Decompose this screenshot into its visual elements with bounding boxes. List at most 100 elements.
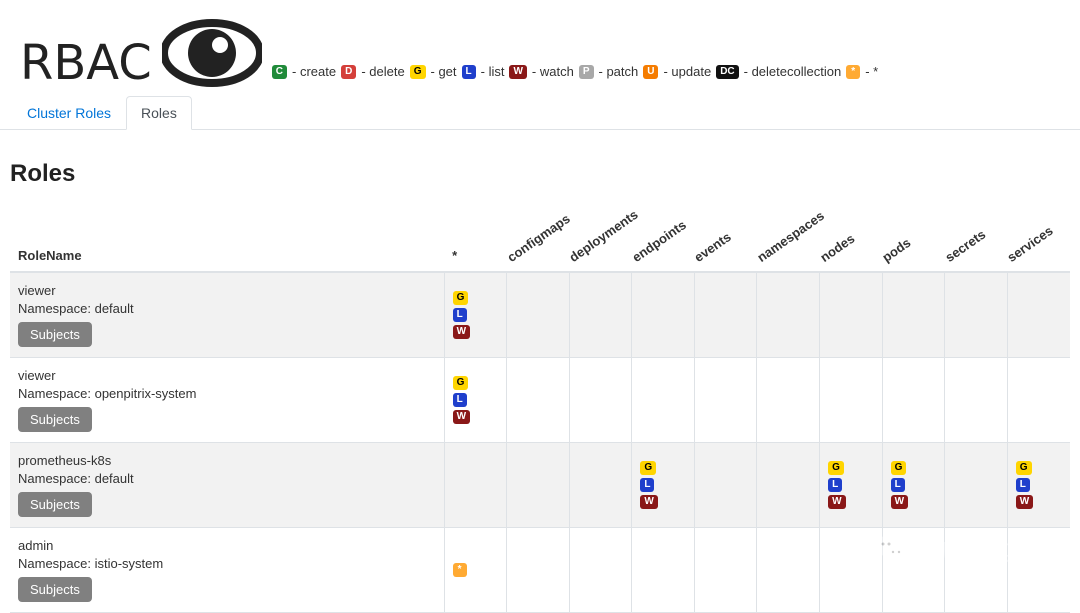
perm-badge-w: W (640, 495, 657, 509)
perm-badge-w: W (1016, 495, 1033, 509)
role-namespace: Namespace: istio-system (18, 556, 436, 571)
perm-badge-l: L (828, 478, 842, 492)
legend-badge-d: D (341, 65, 356, 79)
perm-cell (569, 528, 632, 613)
role-name: prometheus-k8s (18, 453, 436, 468)
perm-cell: GLW (882, 443, 945, 528)
table-row: viewerNamespace: openpitrix-systemSubjec… (10, 358, 1070, 443)
perm-badge-*: * (453, 563, 467, 577)
perm-cell (694, 272, 757, 358)
legend-label: - delete (361, 64, 404, 79)
subjects-button[interactable]: Subjects (18, 322, 92, 347)
legend-badge-p: P (579, 65, 594, 79)
role-cell: viewerNamespace: openpitrix-systemSubjec… (10, 358, 444, 443)
perm-cell: GLW (444, 272, 507, 358)
roles-table: RoleName*configmapsdeploymentsendpointse… (10, 202, 1070, 613)
legend-label: - patch (599, 64, 639, 79)
perm-badge-w: W (453, 325, 470, 339)
perm-cell (569, 358, 632, 443)
perm-badge-g: G (453, 376, 469, 390)
perm-cell: GLW (820, 443, 883, 528)
perm-badge-l: L (1016, 478, 1030, 492)
column-header-configmaps: configmaps (507, 202, 570, 272)
role-cell: admin Namespace: istio-system Subjects (10, 528, 444, 613)
perm-cell (820, 358, 883, 443)
perm-cell (1007, 528, 1070, 613)
legend: C - create D - delete G - get L - list W… (272, 64, 878, 91)
perm-badge-g: G (828, 461, 844, 475)
tabs: Cluster Roles Roles (0, 96, 1080, 130)
perm-cell (569, 443, 632, 528)
subjects-button[interactable]: Subjects (18, 407, 92, 432)
legend-badge-dc: DC (716, 65, 738, 79)
perm-cell (945, 358, 1008, 443)
perm-badge-g: G (1016, 461, 1032, 475)
subjects-button[interactable]: Subjects (18, 492, 92, 517)
legend-badge-c: C (272, 65, 287, 79)
perm-cell (632, 528, 695, 613)
role-namespace: Namespace: openpitrix-system (18, 386, 436, 401)
page-title: Roles (10, 160, 1070, 188)
perm-cell (569, 272, 632, 358)
legend-label: - deletecollection (744, 64, 842, 79)
legend-label: - get (431, 64, 457, 79)
perm-cell (694, 528, 757, 613)
role-cell: prometheus-k8s Namespace: default Subjects (10, 443, 444, 528)
perm-cell (1007, 272, 1070, 358)
subjects-button[interactable]: Subjects (18, 577, 92, 602)
legend-label: - watch (532, 64, 574, 79)
perm-badge-l: L (453, 308, 467, 322)
perm-cell (882, 272, 945, 358)
perm-badge-w: W (891, 495, 908, 509)
perm-cell (757, 528, 820, 613)
perm-cell (945, 528, 1008, 613)
perm-cell (820, 528, 883, 613)
role-name: admin (18, 538, 436, 553)
column-header-services: services (1007, 202, 1070, 272)
column-header-*: * (444, 202, 507, 272)
perm-cell (694, 443, 757, 528)
role-namespace: Namespace: default (18, 471, 436, 486)
perm-badge-l: L (640, 478, 654, 492)
perm-cell (882, 358, 945, 443)
perm-cell (507, 272, 570, 358)
column-header-deployments: deployments (569, 202, 632, 272)
perm-cell (632, 272, 695, 358)
perm-cell (444, 443, 507, 528)
perm-cell (1007, 358, 1070, 443)
legend-label: - create (292, 64, 336, 79)
legend-badge-w: W (509, 65, 526, 79)
legend-badge-g: G (410, 65, 426, 79)
perm-cell (757, 443, 820, 528)
perm-cell (632, 358, 695, 443)
perm-cell (882, 528, 945, 613)
perm-cell (945, 272, 1008, 358)
perm-cell (507, 443, 570, 528)
perm-badge-w: W (828, 495, 845, 509)
table-row: admin Namespace: istio-system Subjects * (10, 528, 1070, 613)
logo-text: RBAC (20, 35, 152, 91)
perm-cell: GLW (1007, 443, 1070, 528)
column-header-secrets: secrets (945, 202, 1008, 272)
legend-badge-l: L (462, 65, 476, 79)
column-header-nodes: nodes (820, 202, 883, 272)
perm-cell: GLW (444, 358, 507, 443)
perm-badge-w: W (453, 410, 470, 424)
table-row: prometheus-k8s Namespace: default Subjects… (10, 443, 1070, 528)
table-row: viewerNamespace: defaultSubjectsGLW (10, 272, 1070, 358)
perm-badge-g: G (640, 461, 656, 475)
role-name: viewer (18, 283, 436, 298)
perm-cell (945, 443, 1008, 528)
legend-label: - * (865, 64, 878, 79)
legend-badge-u: U (643, 65, 658, 79)
perm-cell (694, 358, 757, 443)
perm-badge-l: L (453, 393, 467, 407)
header: RBAC C - create D - delete G - get L - l… (0, 0, 1080, 96)
perm-cell (820, 272, 883, 358)
tab-roles[interactable]: Roles (126, 96, 192, 130)
perm-cell (507, 358, 570, 443)
tab-cluster-roles[interactable]: Cluster Roles (12, 96, 126, 130)
column-header-endpoints: endpoints (632, 202, 695, 272)
legend-badge-*: * (846, 65, 860, 79)
perm-badge-g: G (891, 461, 907, 475)
